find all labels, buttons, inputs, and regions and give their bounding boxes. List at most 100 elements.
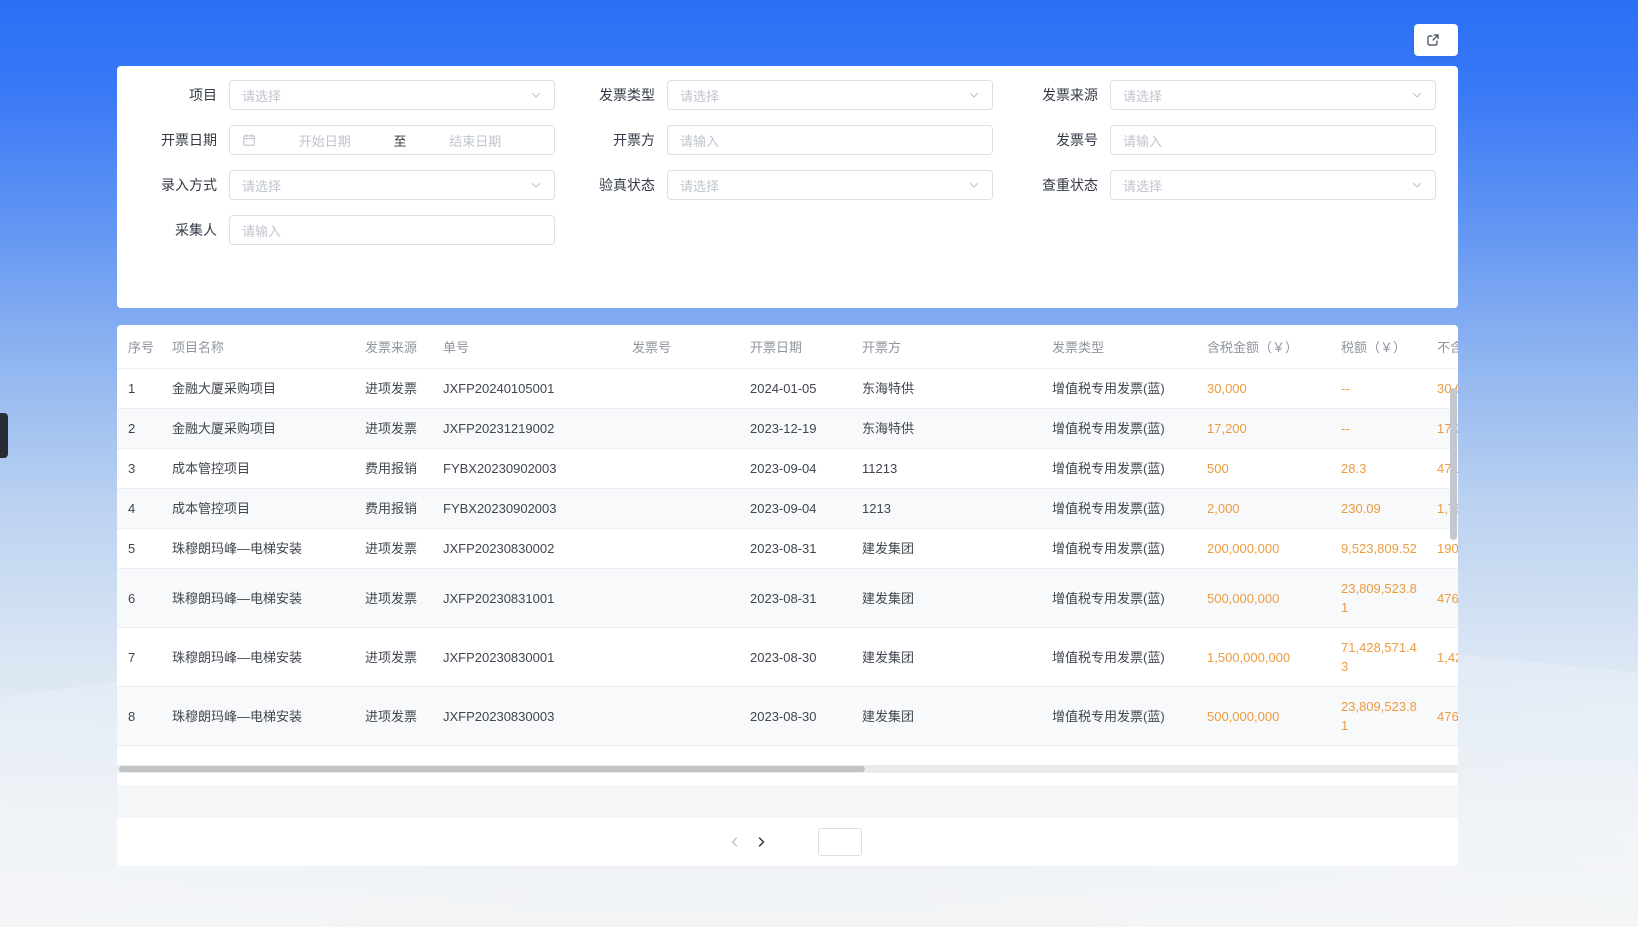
table-cell (632, 706, 750, 726)
receipt-detail-page: 项目请选择发票类型请选择发票来源请选择开票日期开始日期至结束日期开票方请输入发票… (0, 0, 1638, 927)
table-cell: 5 (128, 529, 172, 568)
table-header-row: 序号项目名称发票来源单号发票号开票日期开票方发票类型含税金额（￥）税额（￥）不含… (117, 325, 1458, 369)
filter-label: 采集人 (117, 215, 217, 245)
filter-field: 查重状态请选择 (998, 170, 1440, 215)
calendar-icon (242, 133, 256, 147)
filter-panel: 项目请选择发票类型请选择发票来源请选择开票日期开始日期至结束日期开票方请输入发票… (117, 66, 1458, 308)
table-cell: 进项发票 (365, 369, 443, 408)
column-header: 发票号 (632, 337, 750, 356)
chevron-right-icon (755, 836, 767, 848)
table-cell: 成本管控项目 (172, 449, 365, 488)
table-cell: 增值税专用发票(蓝) (1052, 697, 1207, 736)
table-cell: 2023-08-30 (750, 638, 862, 677)
table-cell: 建发集团 (862, 697, 1052, 736)
goto-page-group (810, 828, 870, 856)
top-bar (117, 24, 1458, 56)
filter-field: 发票号请输入 (998, 125, 1440, 170)
table-cell: 增值税专用发票(蓝) (1052, 489, 1207, 528)
column-header: 含税金额（￥） (1207, 337, 1341, 356)
goto-page-input[interactable] (818, 828, 862, 856)
chevron-down-icon (1411, 89, 1423, 101)
column-header: 项目名称 (172, 337, 365, 356)
drawer-handle[interactable] (0, 413, 8, 458)
search-button[interactable] (134, 261, 333, 291)
table-cell: 2 (128, 409, 172, 448)
table-cell (632, 499, 750, 519)
filter-input[interactable]: 请输入 (229, 215, 555, 245)
table-cell: 2023-09-04 (750, 449, 862, 488)
table-body: 1金融大厦采购项目进项发票JXFP202401050012024-01-05东海… (117, 369, 1458, 746)
table-cell: 476,190,476 (1437, 697, 1458, 736)
filter-label: 开票日期 (117, 125, 217, 155)
table-cell: 2023-08-31 (750, 579, 862, 618)
select-placeholder: 请选择 (680, 176, 719, 195)
table-cell: -- (1341, 409, 1437, 448)
table-cell: 30,000 (1207, 369, 1341, 408)
pagination-bar (117, 818, 1458, 866)
filter-select[interactable]: 请选择 (229, 80, 555, 110)
table-cell: 珠穆朗玛峰—电梯安装 (172, 529, 365, 568)
table-cell: 500,000,000 (1207, 579, 1341, 618)
table-row: 7珠穆朗玛峰—电梯安装进项发票JXFP202308300012023-08-30… (117, 628, 1458, 687)
filter-label: 发票来源 (998, 80, 1098, 110)
filter-date-range[interactable]: 开始日期至结束日期 (229, 125, 555, 155)
filter-field: 项目 请选择 (117, 80, 555, 125)
table-cell: 费用报销 (365, 449, 443, 488)
start-date-placeholder: 开始日期 (258, 131, 392, 150)
filter-select[interactable]: 请选择 (667, 170, 993, 200)
table-cell: JXFP20240105001 (443, 369, 632, 408)
chevron-down-icon (530, 179, 542, 191)
filter-select[interactable]: 请选择 (1110, 170, 1436, 200)
filter-input[interactable]: 请输入 (667, 125, 993, 155)
table-row: 1金融大厦采购项目进项发票JXFP202401050012024-01-05东海… (117, 369, 1458, 409)
filter-label: 录入方式 (117, 170, 217, 200)
filter-select[interactable]: 请选择 (667, 80, 993, 110)
table-cell: JXFP20230830001 (443, 638, 632, 677)
table-cell: 增值税专用发票(蓝) (1052, 409, 1207, 448)
horizontal-scrollbar-thumb[interactable] (119, 766, 865, 772)
horizontal-scrollbar-track[interactable] (117, 765, 1458, 773)
filter-field: 录入方式请选择 (117, 170, 555, 215)
filter-label: 开票方 (555, 125, 655, 155)
table-cell: 1,428,571,428 (1437, 638, 1458, 677)
table-row: 8珠穆朗玛峰—电梯安装进项发票JXFP202308300032023-08-30… (117, 687, 1458, 746)
filter-field: 发票来源请选择 (998, 80, 1440, 125)
date-range-separator: 至 (392, 131, 409, 150)
filter-label: 发票号 (998, 125, 1098, 155)
table-cell: 珠穆朗玛峰—电梯安装 (172, 638, 365, 677)
table-cell: 成本管控项目 (172, 489, 365, 528)
filter-select[interactable]: 请选择 (229, 170, 555, 200)
export-icon (1426, 33, 1440, 47)
filter-label: 查重状态 (998, 170, 1098, 200)
filter-field: 发票类型请选择 (555, 80, 998, 125)
table-cell (632, 459, 750, 479)
vertical-scrollbar[interactable] (1450, 388, 1457, 540)
table-row: 6珠穆朗玛峰—电梯安装进项发票JXFP202308310012023-08-31… (117, 569, 1458, 628)
table-cell: 进项发票 (365, 409, 443, 448)
table-cell (632, 379, 750, 399)
table-cell: 东海特供 (862, 369, 1052, 408)
table-cell: FYBX20230902003 (443, 489, 632, 528)
table-cell: 金融大厦采购项目 (172, 409, 365, 448)
filter-field: 开票方请输入 (555, 125, 998, 170)
export-button[interactable] (1414, 24, 1458, 56)
filter-input[interactable]: 请输入 (1110, 125, 1436, 155)
table-cell: 进项发票 (365, 529, 443, 568)
table-cell: 9,523,809.52 (1341, 529, 1437, 568)
filter-select[interactable]: 请选择 (1110, 80, 1436, 110)
next-page-button[interactable] (748, 828, 774, 856)
table-row: 3成本管控项目费用报销FYBX202309020032023-09-041121… (117, 449, 1458, 489)
table-cell: 增值税专用发票(蓝) (1052, 449, 1207, 488)
filter-field: 验真状态请选择 (555, 170, 998, 215)
prev-page-button[interactable] (722, 828, 748, 856)
table-cell: 17,200 (1207, 409, 1341, 448)
filter-label: 项目 (117, 80, 217, 110)
table-cell: 建发集团 (862, 638, 1052, 677)
select-placeholder: 请选择 (242, 86, 281, 105)
table-cell: -- (1341, 369, 1437, 408)
table-cell: 增值税专用发票(蓝) (1052, 529, 1207, 568)
table-cell: 230.09 (1341, 489, 1437, 528)
column-header: 税额（￥） (1341, 337, 1437, 356)
table-row: 2金融大厦采购项目进项发票JXFP202312190022023-12-19东海… (117, 409, 1458, 449)
table-cell (632, 419, 750, 439)
